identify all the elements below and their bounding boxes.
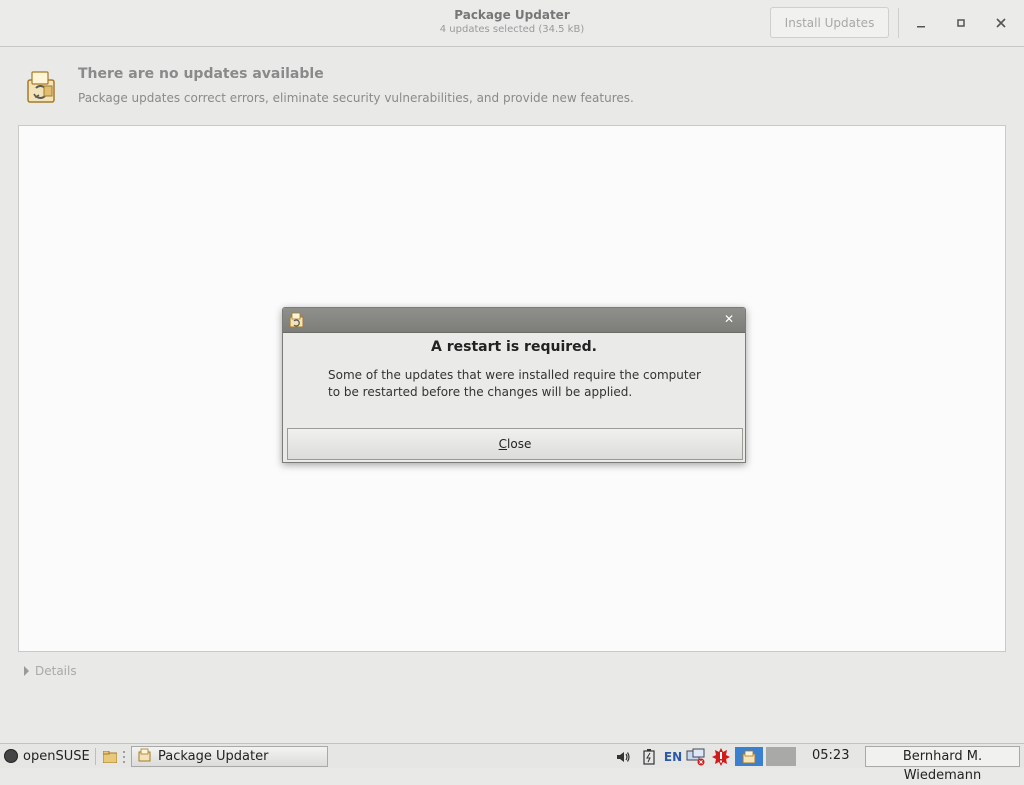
close-button[interactable]: Close [287,428,743,460]
package-updater-icon [288,311,306,329]
restart-required-dialog: ✕ A restart is required. Some of the upd… [282,307,746,463]
dialog-message: Some of the updates that were installed … [328,368,701,399]
drag-handle-icon[interactable] [121,747,127,766]
tray-placeholder [766,747,796,766]
network-disconnected-icon[interactable] [685,747,707,766]
battery-icon[interactable] [641,747,657,766]
file-manager-icon[interactable] [102,747,118,766]
install-updates-button[interactable]: Install Updates [770,7,889,38]
dialog-close-icon[interactable]: ✕ [722,312,736,326]
taskbar: openSUSE Package Updater EN 05:23 Bernha… [0,743,1024,783]
details-expander[interactable]: Details [24,664,77,678]
details-label: Details [35,664,77,678]
maximize-icon[interactable] [950,12,972,34]
opensuse-logo-icon [4,749,18,763]
dialog-titlebar[interactable]: ✕ [283,308,745,333]
task-label: Package Updater [158,749,269,764]
header-bar: Package Updater 4 updates selected (34.5… [0,0,1024,47]
package-updater-icon [138,748,152,766]
header-separator [898,8,899,38]
expander-arrow-icon [24,666,29,676]
start-label: openSUSE [23,748,90,764]
close-icon[interactable] [990,12,1012,34]
dialog-heading: A restart is required. [431,339,597,355]
alert-icon[interactable] [710,747,732,766]
taskbar-task-package-updater[interactable]: Package Updater [131,746,328,767]
keyboard-layout-indicator[interactable]: EN [662,747,684,766]
user-menu-button[interactable]: Bernhard M. Wiedemann [865,746,1020,783]
message-description: Package updates correct errors, eliminat… [78,91,634,105]
message-title: There are no updates available [78,66,324,82]
close-button-mnemonic: C [498,437,508,451]
taskbar-separator [95,748,96,765]
start-menu-button[interactable]: openSUSE [4,744,90,768]
package-updater-tray-icon[interactable] [735,747,763,766]
minimize-icon[interactable] [910,12,932,34]
package-updater-icon [24,68,60,106]
volume-icon[interactable] [614,747,632,766]
clock[interactable]: 05:23 [812,748,849,763]
close-button-label: lose [507,437,532,451]
